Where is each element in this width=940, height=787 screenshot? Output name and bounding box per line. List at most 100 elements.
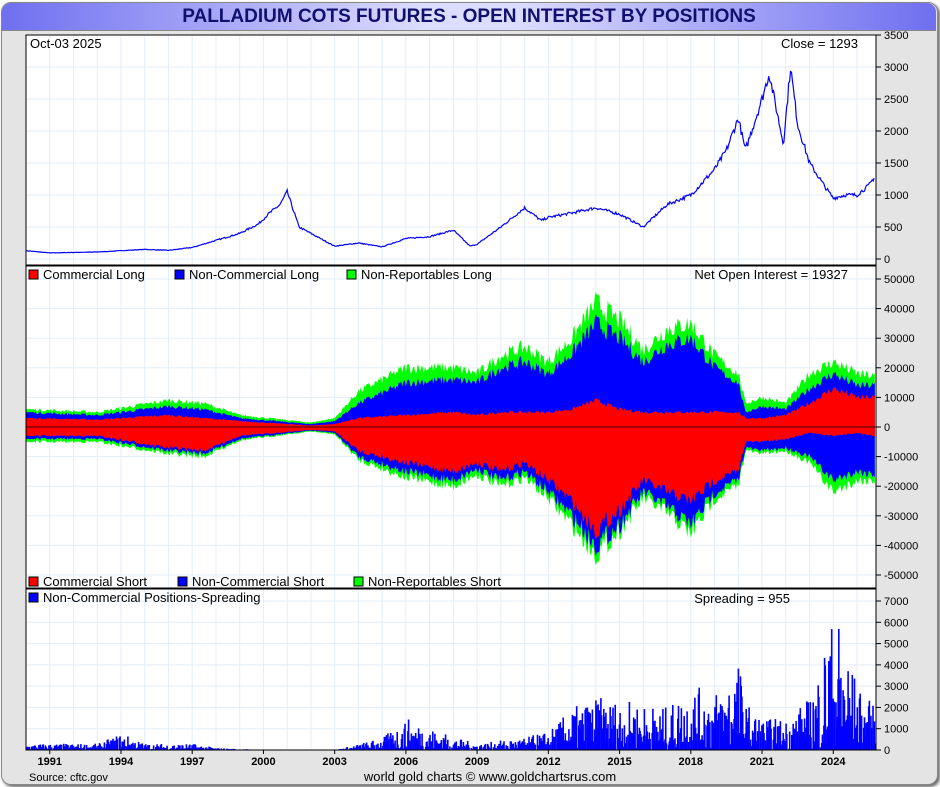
spreading-bar <box>99 744 101 750</box>
spreading-bar <box>134 743 136 750</box>
spreading-bar <box>517 741 520 750</box>
spreading-bar <box>555 729 557 750</box>
y-tick-label: 6000 <box>884 617 908 629</box>
spreading-bar <box>632 717 635 750</box>
spreading-bar <box>465 744 468 750</box>
spreading-bar <box>833 701 836 750</box>
x-tick-label: 2003 <box>322 756 346 768</box>
x-tick-label: 2018 <box>679 756 703 768</box>
spreading-bar <box>641 741 643 750</box>
spreading-bar <box>649 738 651 750</box>
spreading-bar <box>575 706 578 750</box>
spreading-bar <box>49 744 52 750</box>
spreading-bar <box>786 734 788 750</box>
spreading-bar <box>496 745 499 750</box>
y-tick-label: 0 <box>884 745 890 757</box>
spreading-bar <box>647 739 649 750</box>
spreading-bar <box>682 741 684 750</box>
legend-short-label-2: Non-Reportables Short <box>368 574 501 589</box>
y-tick-label: 0 <box>884 254 890 266</box>
spreading-bar <box>780 744 782 750</box>
spreading-bar <box>377 743 379 750</box>
spreading-bar <box>734 693 736 750</box>
spreading-bar <box>868 700 871 750</box>
spreading-bar <box>854 727 856 750</box>
x-tick-label: 2009 <box>465 756 489 768</box>
spreading-bar <box>412 735 415 750</box>
spreading-bar <box>359 745 361 750</box>
spreading-bar <box>691 740 693 750</box>
spreading-bar <box>621 728 624 750</box>
spreading-bar <box>802 731 804 750</box>
spreading-bar <box>830 629 833 750</box>
spreading-bar <box>745 709 747 750</box>
spreading-bar <box>128 744 131 750</box>
spreading-bar <box>34 745 37 750</box>
spreading-bar <box>770 728 772 750</box>
spreading-bar <box>742 734 745 750</box>
spreading-bar <box>564 733 567 750</box>
source-label: Source: cftc.gov <box>29 772 108 784</box>
spreading-bar <box>107 742 110 750</box>
spreading-bar <box>83 744 86 750</box>
spreading-bar <box>866 722 869 750</box>
spreading-bar <box>401 734 403 750</box>
spreading-bar <box>677 706 680 750</box>
x-tick-label: 1994 <box>109 756 134 768</box>
spreading-bar <box>534 744 537 750</box>
spreading-label: Spreading = 955 <box>694 591 790 606</box>
y-tick-label: -20000 <box>884 481 918 493</box>
legend-spread-swatch-0 <box>28 592 39 603</box>
spreading-bar <box>103 742 106 750</box>
spreading-bar <box>31 746 33 750</box>
legend-long-label-0: Commercial Long <box>43 267 145 282</box>
spreading-bar <box>614 704 616 750</box>
spreading-bar <box>499 740 502 750</box>
spreading-bar <box>130 743 133 750</box>
y-tick-label: -50000 <box>884 570 918 582</box>
spreading-bar <box>116 739 119 750</box>
spreading-bar <box>375 744 378 750</box>
spreading-bar <box>80 744 82 750</box>
y-tick-label: 2000 <box>884 126 908 138</box>
y-tick-label: 40000 <box>884 304 915 316</box>
net-open-interest-label: Net Open Interest = 19327 <box>694 267 848 282</box>
spreading-bar <box>810 737 812 750</box>
spreading-bar <box>490 741 492 750</box>
spreading-bar <box>417 728 420 750</box>
spreading-bar <box>788 731 791 750</box>
spreading-bar <box>748 707 750 750</box>
legend-short-label-1: Non-Commercial Short <box>192 574 325 589</box>
y-tick-label: 3000 <box>884 62 908 74</box>
chart-svg: 0 500 1000 1500 2000 2500 3000 3500 -50000 -40000… <box>25 30 918 784</box>
spreading-bar <box>67 745 69 750</box>
y-tick-label: 1000 <box>884 190 908 202</box>
spreading-bar <box>407 719 410 750</box>
y-tick-label: 1500 <box>884 158 908 170</box>
spreading-bar <box>60 744 63 750</box>
legend-short-swatch-1 <box>177 576 188 587</box>
spreading-bar <box>636 709 638 750</box>
spreading-bar <box>818 696 820 750</box>
legend-spread-label-0: Non-Commercial Positions-Spreading <box>43 590 260 605</box>
spreading-bar <box>856 707 859 750</box>
spreading-bar <box>586 707 589 750</box>
spreading-bar <box>112 738 114 750</box>
spreading-bar <box>607 724 609 750</box>
y-tick-label: 0 <box>884 422 890 434</box>
spreading-bar <box>123 739 126 750</box>
spreading-bar <box>860 715 863 750</box>
legend-long-swatch-0 <box>28 269 39 280</box>
spreading-bar <box>410 733 413 750</box>
y-tick-label: 1000 <box>884 724 908 736</box>
spreading-bar <box>870 728 873 750</box>
spreading-bar <box>529 742 532 750</box>
spreading-bar <box>392 743 395 750</box>
x-tick-label: 2000 <box>251 756 275 768</box>
legend-short-swatch-0 <box>28 576 39 587</box>
spreading-bar <box>449 746 451 750</box>
spreading-bar <box>85 745 88 750</box>
spreading-bar <box>763 733 765 750</box>
spreading-bar <box>357 746 359 750</box>
spreading-bar <box>731 729 734 750</box>
